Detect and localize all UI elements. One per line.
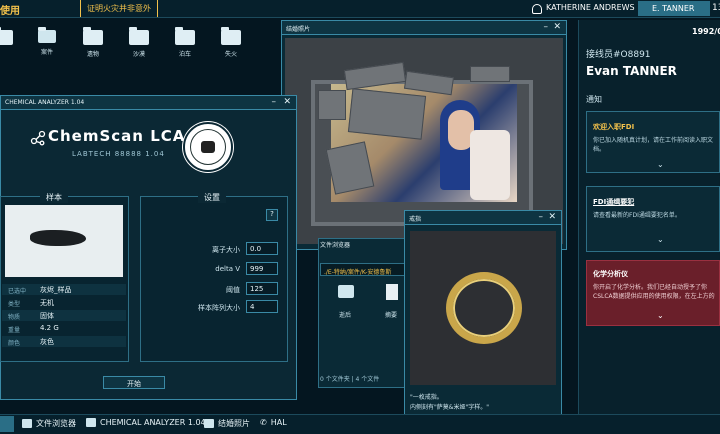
file-item-label: 逝后: [339, 312, 352, 319]
ion-size-label: 离子大小: [212, 246, 240, 254]
desktop-icon-relics[interactable]: 遗物: [78, 27, 108, 58]
array-size-label: 样本阵列大小: [198, 304, 240, 312]
archive-icon: [38, 27, 56, 43]
rubble-piece: [470, 66, 510, 82]
desktop-icon-cases[interactable]: 案件: [32, 27, 62, 56]
window-title: 结婚照片: [286, 26, 311, 33]
desktop-icon-fire[interactable]: 失火: [216, 27, 246, 58]
phone-icon: ✆: [260, 418, 267, 427]
notification-chem[interactable]: 化学分析仪 你开启了化学分析。我们已经自动授予了你CSLCA数据提供应用的使用权…: [586, 260, 720, 326]
threshold-input[interactable]: 125: [246, 282, 278, 295]
array-size-input[interactable]: 4: [246, 300, 278, 313]
chevron-down-icon[interactable]: ⌄: [657, 311, 664, 320]
user-tanner-label: E. TANNER: [652, 4, 695, 13]
window-titlebar[interactable]: 戒指 – ✕: [405, 211, 561, 225]
minimize-icon[interactable]: –: [544, 22, 549, 32]
help-button[interactable]: ?: [266, 209, 278, 221]
user-tanner-active[interactable]: E. TANNER: [638, 1, 710, 16]
task-wedding-photo[interactable]: 结婚照片: [204, 418, 250, 429]
rubble-piece: [347, 88, 427, 140]
app-title: 使用: [0, 6, 20, 17]
folder-icon: [22, 419, 32, 428]
row-color: 颜色 灰色: [2, 336, 126, 347]
rubble-piece: [318, 90, 346, 120]
delta-v-input[interactable]: 999: [246, 262, 278, 275]
operator-name: Evan TANNER: [586, 64, 677, 78]
folder-icon: [83, 27, 103, 45]
chevron-down-icon[interactable]: ⌄: [657, 235, 664, 244]
folder-icon: [129, 27, 149, 45]
notification-wanted[interactable]: FDI通缉要犯 请查看最新的FDI通缉要犯名单。 ⌄: [586, 186, 720, 252]
close-icon[interactable]: ✕: [553, 22, 561, 32]
task-chem-analyzer[interactable]: CHEMICAL ANALYZER 1.04: [86, 418, 206, 427]
notifications-header: 通知: [586, 95, 602, 104]
file-status: 0 个文件夹 | 4 个文件: [320, 376, 380, 383]
window-titlebar[interactable]: 结婚照片 – ✕: [282, 21, 566, 35]
file-item-label: 摘要: [385, 312, 398, 319]
folder-icon: [0, 27, 13, 45]
folder-icon: [175, 27, 195, 45]
row-substance: 物质 固体: [2, 310, 126, 321]
row-weight: 重量 4.2 G: [8, 324, 59, 334]
folder-icon[interactable]: [338, 285, 354, 298]
window-title: CHEMICAL ANALYZER 1.04: [5, 99, 85, 106]
chevron-down-icon[interactable]: ⌄: [657, 160, 664, 169]
desktop-icon-0[interactable]: [0, 27, 18, 49]
ring-caption-2: 内侧刻有"萨莫&米娅"字样。": [410, 404, 489, 411]
path-bar[interactable]: ./E-特纳/案件/K-安德鲁斯: [320, 263, 406, 276]
window-titlebar[interactable]: CHEMICAL ANALYZER 1.04 – ✕: [1, 96, 296, 110]
row-type: 类型 无机: [8, 299, 54, 308]
wedding-dress: [470, 130, 510, 200]
folder-icon: [221, 27, 241, 45]
operator-id: 接线员#O8891: [586, 50, 651, 60]
desktop-icon-parking[interactable]: 泊车: [170, 27, 200, 58]
ion-size-input[interactable]: 0.0: [246, 242, 278, 255]
monitor-icon: [86, 418, 96, 427]
eagle-emblem-icon: [190, 129, 226, 165]
row-selected: 已选中 灰烬_样品: [2, 284, 126, 295]
image-icon: [204, 419, 214, 428]
molecule-icon: [30, 130, 46, 146]
ring-caption-1: "一枚戒指。: [410, 394, 443, 401]
app-subtitle: LABTECH 88888 1.04: [72, 150, 165, 158]
task-hal[interactable]: ✆ HAL: [260, 418, 287, 427]
start-button[interactable]: 开始: [103, 376, 165, 389]
delta-v-label: delta V: [215, 265, 240, 273]
file-browser-title: 文件浏览器: [320, 242, 351, 249]
settings-header: 设置: [198, 192, 226, 203]
minimize-icon[interactable]: –: [272, 97, 277, 107]
topbar-number: 13: [712, 3, 720, 13]
app-name: ChemScan LCA: [48, 127, 186, 145]
window-title: 戒指: [409, 216, 422, 223]
ash-sample: [30, 230, 86, 246]
minimize-icon[interactable]: –: [539, 212, 544, 222]
close-icon[interactable]: ✕: [283, 97, 291, 107]
task-file-browser[interactable]: 文件浏览器: [22, 418, 76, 429]
close-icon[interactable]: ✕: [548, 212, 556, 222]
threshold-label: 阈值: [226, 286, 240, 294]
user-katherine[interactable]: KATHERINE ANDREWS: [546, 3, 635, 12]
sample-header: 样本: [40, 192, 68, 203]
notification-welcome[interactable]: 欢迎入职FDI 你已加入随机真计划，请在工作前阅读入职文档。 ⌄: [586, 111, 720, 173]
date-display: 1992/0: [692, 27, 720, 36]
start-menu-icon[interactable]: [0, 416, 14, 432]
desktop-icon-desert[interactable]: 沙漠: [124, 27, 154, 58]
ring-image: [446, 272, 522, 344]
user-icon: [532, 4, 542, 14]
document-icon[interactable]: [386, 284, 398, 300]
case-objective-tag[interactable]: 证明火灾并非意外: [80, 0, 158, 17]
